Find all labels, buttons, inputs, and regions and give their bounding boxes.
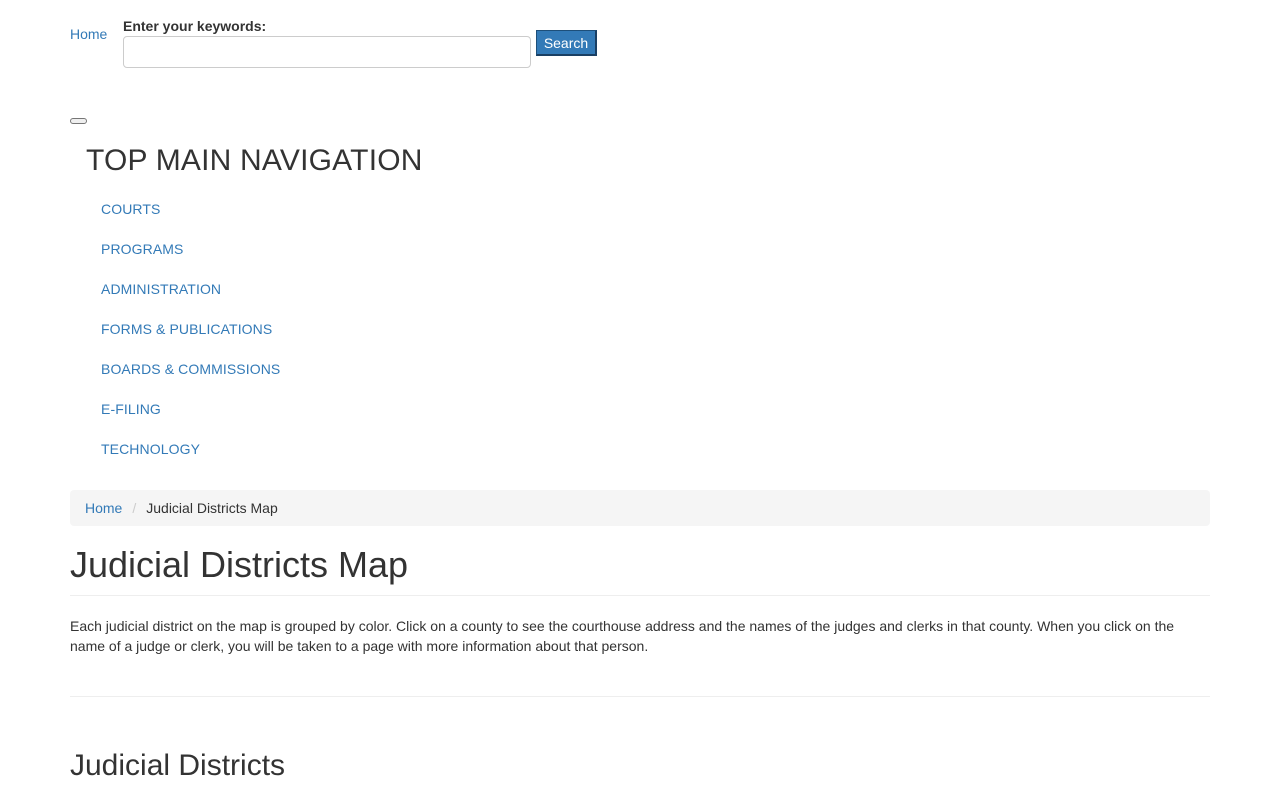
nav-link-courts[interactable]: COURTS — [101, 201, 160, 217]
nav-item-e-filing: E-FILING — [101, 399, 280, 439]
nav-link-boards-commissions[interactable]: BOARDS & COMMISSIONS — [101, 361, 280, 377]
nav-link-technology[interactable]: TECHNOLOGY — [101, 441, 200, 457]
search-input[interactable] — [123, 36, 531, 68]
section-title: Judicial Districts — [70, 749, 286, 782]
nav-item-forms-publications: FORMS & PUBLICATIONS — [101, 319, 280, 359]
page-title: Judicial Districts Map — [70, 544, 409, 585]
breadcrumb-current: Judicial Districts Map — [146, 500, 278, 516]
nav-link-forms-publications[interactable]: FORMS & PUBLICATIONS — [101, 321, 272, 337]
nav-heading: TOP MAIN NAVIGATION — [86, 144, 423, 177]
nav-item-courts: COURTS — [101, 199, 280, 239]
nav-link-programs[interactable]: PROGRAMS — [101, 241, 183, 257]
main-nav: COURTS PROGRAMS ADMINISTRATION FORMS & P… — [101, 199, 280, 479]
search-label: Enter your keywords: — [123, 18, 267, 34]
nav-item-programs: PROGRAMS — [101, 239, 280, 279]
search-button[interactable]: Search — [536, 30, 597, 56]
breadcrumb-home-link[interactable]: Home — [85, 500, 122, 516]
breadcrumb-separator: / — [132, 500, 137, 516]
nav-item-technology: TECHNOLOGY — [101, 439, 280, 479]
section-divider — [70, 696, 1210, 697]
nav-item-boards-commissions: BOARDS & COMMISSIONS — [101, 359, 280, 399]
nav-link-administration[interactable]: ADMINISTRATION — [101, 281, 221, 297]
intro-paragraph: Each judicial district on the map is gro… — [70, 618, 1175, 654]
home-logo-link[interactable]: Home — [70, 26, 107, 42]
title-divider — [70, 595, 1210, 596]
nav-item-administration: ADMINISTRATION — [101, 279, 280, 319]
nav-link-e-filing[interactable]: E-FILING — [101, 401, 161, 417]
breadcrumb: Home / Judicial Districts Map — [70, 490, 1210, 526]
page: Home Enter your keywords: Search TOP MAI… — [0, 0, 1280, 800]
nav-toggle-button[interactable] — [70, 118, 87, 124]
